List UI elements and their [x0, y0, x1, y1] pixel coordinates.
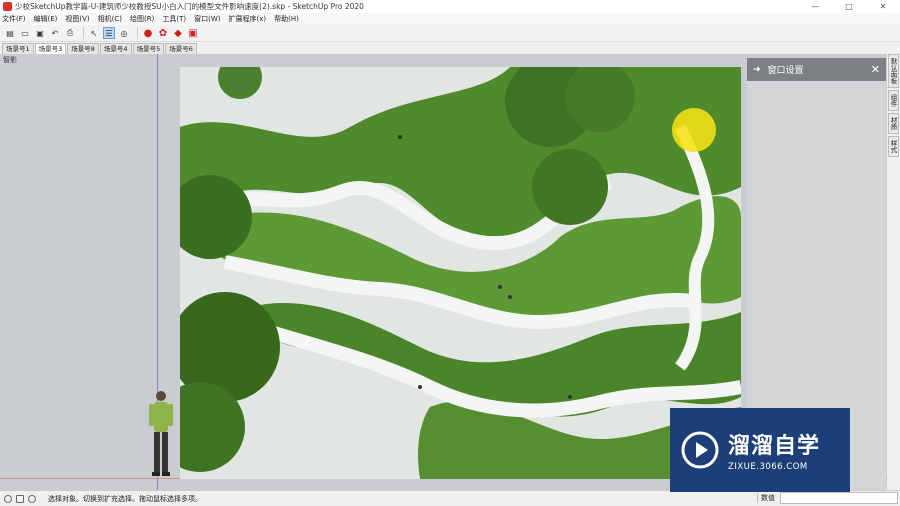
menu-bar: 文件(F) 编辑(E) 视图(V) 相机(C) 绘图(R) 工具(T) 窗口(W… — [0, 13, 900, 25]
menu-draw[interactable]: 绘图(R) — [130, 14, 154, 24]
side-tab-components[interactable]: 组件 — [888, 90, 899, 111]
side-tab-default[interactable]: 默认面板 — [888, 54, 899, 88]
status-bar: 选择对象。切换到扩充选择。拖动鼠标选择多项。 数值 — [0, 490, 900, 506]
viewport-label: 智影 — [3, 56, 17, 64]
landscape-render-image — [180, 67, 741, 479]
ruby-icon-2[interactable]: ✿ — [157, 27, 169, 39]
watermark: 溜溜自学 ZIXUE.3066.COM — [670, 408, 850, 492]
maximize-button[interactable]: □ — [832, 0, 866, 13]
menu-tools[interactable]: 工具(T) — [162, 14, 186, 24]
print-icon[interactable]: ⎙ — [64, 27, 76, 39]
scene-tab-2[interactable]: 场景号3 — [34, 43, 67, 54]
tray-title: 窗口设置 — [767, 66, 804, 76]
watermark-url: ZIXUE.3066.COM — [728, 462, 808, 472]
scene-tab-5[interactable]: 场景号5 — [132, 43, 165, 54]
menu-file[interactable]: 文件(F) — [2, 14, 26, 24]
menu-extensions[interactable]: 扩展程序(x) — [228, 14, 266, 24]
menu-window[interactable]: 窗口(W) — [194, 14, 220, 24]
status-message: 选择对象。切换到扩充选择。拖动鼠标选择多项。 — [48, 494, 202, 503]
help-icon[interactable] — [28, 494, 36, 503]
tray-pin-icon[interactable]: ➜ — [753, 65, 761, 75]
scene-tab-3[interactable]: 场景号8 — [67, 43, 99, 54]
measurements-label: 数值 — [757, 493, 775, 503]
play-logo-icon — [681, 431, 719, 469]
toolbar-divider — [83, 27, 84, 39]
tray-close-icon[interactable]: ✕ — [871, 63, 880, 76]
close-window-button[interactable]: ✕ — [866, 0, 900, 13]
new-file-icon[interactable]: ▤ — [4, 27, 16, 39]
title-bar: 少校SketchUp教学篇-U-建筑师少校教授SU小白入门的模型文件影响速度(2… — [0, 0, 900, 13]
side-tab-materials[interactable]: 材质 — [888, 113, 899, 134]
scene-tab-4[interactable]: 场景号4 — [99, 43, 132, 54]
ruby-icon-1[interactable]: ● — [142, 27, 154, 39]
scene-tab-1[interactable]: 场景号1 — [2, 43, 34, 54]
scene-tab-6[interactable]: 场景号6 — [165, 43, 197, 54]
credits-icon[interactable] — [16, 494, 24, 503]
scene-tabs: 场景号1 场景号3 场景号8 场景号4 场景号5 场景号6 — [0, 42, 900, 54]
side-tabs: 默认面板 组件 材质 样式 — [888, 54, 900, 490]
geo-location-icon[interactable] — [4, 494, 12, 503]
menu-edit[interactable]: 编辑(E) — [34, 14, 58, 24]
measurements-input[interactable] — [780, 492, 898, 504]
garden-render — [180, 67, 741, 479]
menu-view[interactable]: 视图(V) — [65, 14, 89, 24]
ruby-icon-4[interactable]: ▣ — [187, 27, 199, 39]
undo-icon[interactable]: ↶ — [49, 27, 61, 39]
menu-help[interactable]: 帮助(H) — [274, 14, 299, 24]
ruby-icon-3[interactable]: ◆ — [172, 27, 184, 39]
watermark-title: 溜溜自学 — [728, 434, 821, 459]
select-icon[interactable]: ↖ — [88, 27, 100, 39]
open-file-icon[interactable]: ▭ — [19, 27, 31, 39]
side-tab-styles[interactable]: 样式 — [888, 136, 899, 157]
outliner-icon[interactable]: ☰ — [103, 27, 115, 39]
sketchup-logo-icon — [3, 2, 12, 11]
tray-header: ➜ 窗口设置 ✕ — [747, 58, 886, 81]
component-icon[interactable]: ◎ — [118, 27, 130, 39]
toolbar-divider — [137, 27, 138, 39]
window-controls: — □ ✕ — [798, 0, 900, 13]
main-toolbar: ▤ ▭ ▣ ↶ ⎙ ↖ ☰ ◎ ● ✿ ◆ ▣ — [0, 25, 900, 42]
save-icon[interactable]: ▣ — [34, 27, 46, 39]
window-title: 少校SketchUp教学篇-U-建筑师少校教授SU小白入门的模型文件影响速度(2… — [15, 2, 364, 11]
cursor-highlight — [672, 108, 716, 152]
menu-camera[interactable]: 相机(C) — [98, 14, 122, 24]
minimize-button[interactable]: — — [798, 0, 832, 13]
scale-figure — [149, 391, 173, 476]
